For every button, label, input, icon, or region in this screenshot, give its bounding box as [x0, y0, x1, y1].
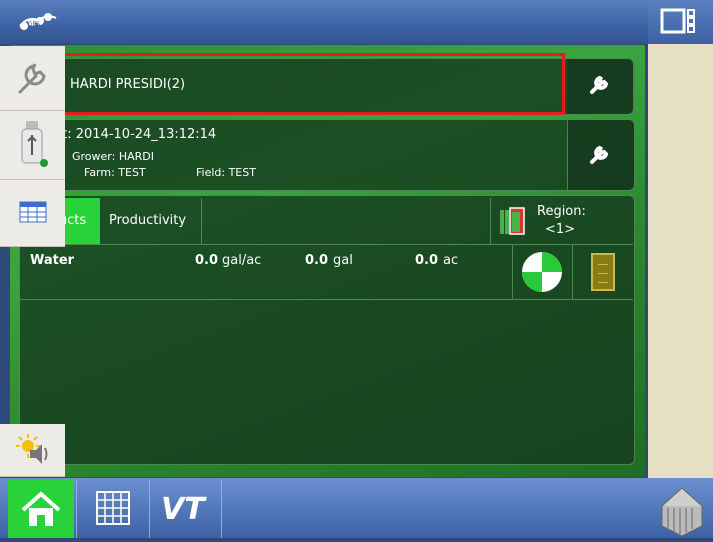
event-wrench-icon[interactable] [586, 140, 614, 168]
field-label: Field: TEST [196, 166, 256, 179]
map-button[interactable] [648, 480, 713, 538]
area-unit: ac [443, 253, 459, 268]
wrench-icon[interactable] [586, 70, 614, 98]
region-label: Region: [537, 204, 586, 219]
area-value: 0.0 [415, 253, 439, 268]
row-divider-2 [572, 245, 573, 299]
rate-value: 0.0 [195, 253, 219, 268]
tab-productivity-label: Productivity [109, 213, 187, 228]
region-value: <1> [545, 222, 576, 237]
right-sidebar [648, 0, 713, 538]
product-row-divider [20, 299, 633, 300]
row-divider-1 [512, 245, 513, 299]
map-icon [661, 487, 703, 537]
total-unit: gal [333, 253, 353, 268]
product-name: Water [30, 253, 75, 268]
grid-icon [96, 491, 130, 525]
highlight-box [15, 53, 565, 115]
usb-drive-button[interactable] [0, 111, 65, 180]
grid-button[interactable] [76, 480, 150, 538]
rate-unit: gal/ac [222, 253, 262, 268]
vt-label: VT [161, 492, 205, 527]
farm-label: Farm: TEST [84, 166, 146, 179]
brightness-volume-button[interactable] [0, 424, 65, 477]
region-icon [500, 206, 528, 236]
home-button[interactable] [8, 480, 74, 538]
vt-button[interactable]: VT [149, 480, 222, 538]
display-layout-icon[interactable] [648, 0, 713, 44]
top-bar: GPS [0, 0, 713, 44]
svg-text:GPS: GPS [28, 21, 40, 28]
grower-label: Grower: HARDI [72, 150, 154, 163]
rate-indicator-icon[interactable] [521, 251, 563, 293]
tank-level-icon[interactable] [591, 253, 615, 291]
gps-signal-icon: GPS [18, 8, 58, 36]
total-value: 0.0 [305, 253, 329, 268]
products-tab-bar-divider [20, 244, 633, 245]
table-view-button[interactable] [0, 180, 65, 247]
home-icon [21, 491, 61, 526]
settings-wrench-button[interactable] [0, 46, 65, 111]
